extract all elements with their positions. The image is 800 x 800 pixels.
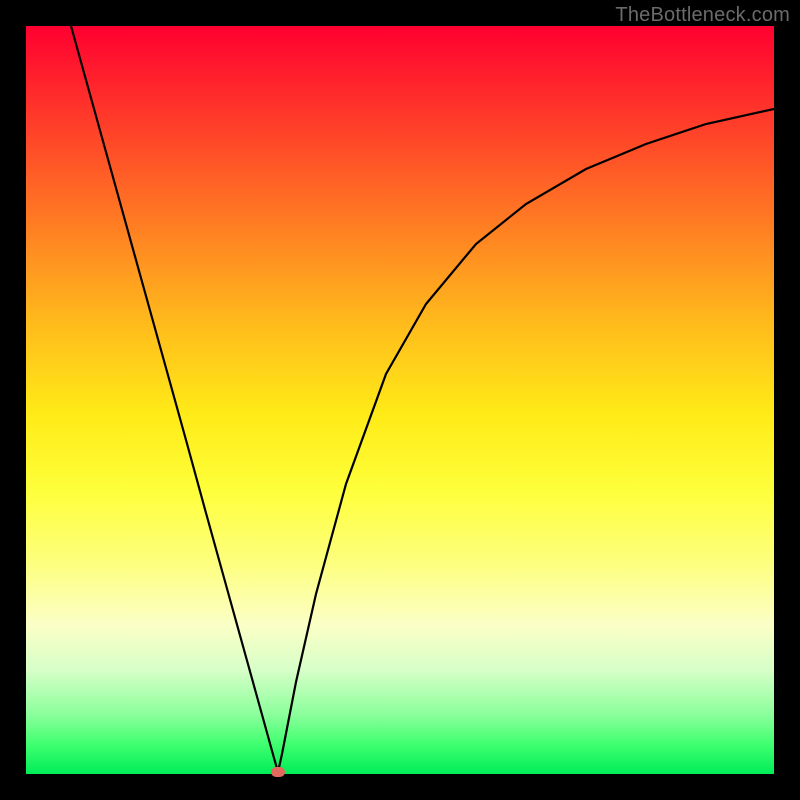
watermark-text: TheBottleneck.com	[615, 4, 790, 27]
chart-frame: TheBottleneck.com	[0, 0, 800, 800]
plot-area	[26, 26, 774, 774]
curve-right	[278, 109, 774, 772]
bottleneck-curve	[26, 26, 774, 774]
minimum-marker	[271, 767, 285, 777]
curve-left	[71, 26, 278, 772]
